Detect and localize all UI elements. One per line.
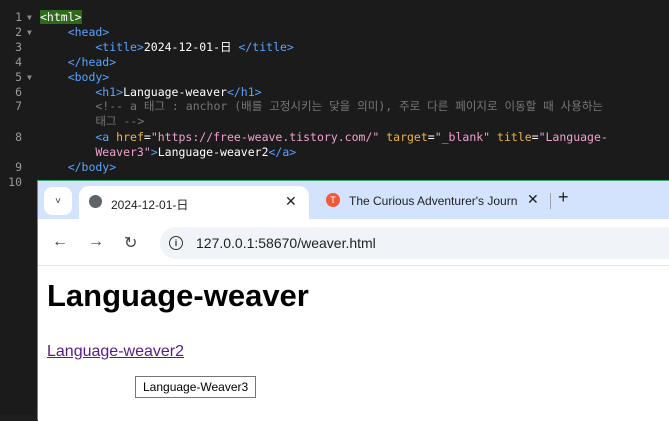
code-token: Language-weaver (123, 85, 227, 99)
code-token: <a (40, 130, 117, 144)
tistory-favicon-icon: T (326, 193, 340, 207)
tab-active[interactable]: 2024-12-01-日 ✕ (79, 186, 309, 220)
code-text: </body> (40, 160, 116, 175)
code-token: </h1> (226, 85, 262, 99)
close-icon[interactable]: ✕ (285, 193, 297, 210)
line-number: 9 (15, 160, 22, 174)
line-number: 6 (15, 85, 22, 99)
code-line[interactable]: 7 <!-- a 태그 : anchor (배를 고정시키는 닻을 의미), 주… (0, 99, 669, 114)
globe-icon (89, 195, 102, 208)
tab-title: 2024-12-01-日 (111, 198, 189, 212)
back-arrow-icon[interactable]: ← (52, 233, 68, 251)
code-token: > (150, 145, 158, 159)
fold-toggle-icon[interactable]: ▼ (27, 70, 32, 85)
code-line[interactable]: 6 <h1>Language-weaver</h1> (0, 85, 669, 100)
new-tab-button[interactable]: + (558, 187, 569, 208)
page-content: Language-weaver Language-weaver2 Languag… (38, 266, 669, 421)
browser-window: ˅ 2024-12-01-日 ✕ T The Curious Adventure… (37, 180, 669, 421)
line-number: 8 (15, 130, 22, 144)
code-text: </head> (40, 55, 116, 70)
tab-search-button[interactable]: ˅ (44, 187, 72, 215)
code-token: target (379, 130, 428, 144)
code-text: Weaver3">Language-weaver2</a> (40, 145, 296, 160)
code-text: <title>2024-12-01-日 </title> (40, 40, 294, 55)
close-icon[interactable]: ✕ (527, 191, 539, 208)
code-token: Language-weaver2 (157, 145, 269, 159)
code-token: "Language- (538, 130, 608, 144)
code-token: </title> (231, 40, 294, 54)
line-number: 1 (15, 10, 22, 24)
fold-toggle-icon[interactable]: ▼ (27, 25, 32, 40)
code-token: <html> (40, 10, 82, 24)
code-token: <h1> (40, 85, 124, 99)
code-token: 2024-12-01-日 (143, 40, 232, 54)
line-number: 3 (15, 40, 22, 54)
code-text: 태그 --> (40, 114, 144, 129)
code-line[interactable]: 9 </body> (0, 160, 669, 175)
line-number: 2 (15, 25, 22, 39)
link-tooltip: Language-Weaver3 (135, 376, 257, 398)
code-token: "https://free-weave.tistory.com/" (150, 130, 380, 144)
code-token: = (143, 130, 151, 144)
code-text: <!-- a 태그 : anchor (배를 고정시키는 닻을 의미), 주로 … (40, 99, 603, 114)
code-text: <h1>Language-weaver</h1> (40, 85, 262, 100)
code-token: = (531, 130, 539, 144)
address-bar[interactable]: i 127.0.0.1:58670/weaver.html (160, 227, 669, 259)
tab-strip: ˅ 2024-12-01-日 ✕ T The Curious Adventure… (38, 181, 669, 220)
browser-toolbar: ← → ↻ i 127.0.0.1:58670/weaver.html (38, 219, 669, 266)
page-heading: Language-weaver (47, 278, 309, 313)
chevron-down-icon: ˅ (55, 195, 61, 207)
code-line[interactable]: 8 <a href="https://free-weave.tistory.co… (0, 130, 669, 145)
code-line[interactable]: 3 <title>2024-12-01-日 </title> (0, 40, 669, 55)
code-token: </head> (40, 55, 117, 69)
code-token: <body> (40, 70, 110, 84)
line-number: 7 (15, 99, 22, 113)
url-text[interactable]: 127.0.0.1:58670/weaver.html (196, 235, 376, 251)
code-token: </a> (268, 145, 297, 159)
line-number: 4 (15, 55, 22, 69)
code-text: <head> (40, 25, 110, 40)
code-text: <a href="https://free-weave.tistory.com/… (40, 130, 608, 145)
code-line[interactable]: Weaver3">Language-weaver2</a> (0, 145, 669, 160)
code-token: href (116, 130, 144, 144)
code-token: <head> (40, 25, 110, 39)
code-token: "_blank" (434, 130, 491, 144)
code-line[interactable]: 5 ▼ <body> (0, 70, 669, 85)
code-token: </body> (40, 160, 117, 174)
code-text: <html> (40, 10, 82, 25)
line-number: 10 (8, 175, 22, 189)
line-number: 5 (15, 70, 22, 84)
tab-title: The Curious Adventurer's Journ (349, 194, 518, 208)
fold-toggle-icon[interactable]: ▼ (27, 10, 32, 25)
reload-icon[interactable]: ↻ (124, 233, 137, 253)
code-token: title (490, 130, 532, 144)
code-line[interactable]: 2 ▼ <head> (0, 25, 669, 40)
info-icon[interactable]: i (169, 236, 183, 250)
code-token: 태그 --> (40, 114, 145, 128)
page-link[interactable]: Language-weaver2 (47, 343, 184, 361)
code-token: <!-- a 태그 : anchor (배를 고정시키는 닻을 의미), 주로 … (40, 99, 603, 113)
tab-divider (550, 193, 551, 209)
code-token: <title> (40, 40, 144, 54)
code-line[interactable]: 4 </head> (0, 55, 669, 70)
code-line[interactable]: 1 ▼ <html> (0, 10, 669, 25)
forward-arrow-icon[interactable]: → (88, 233, 104, 251)
code-token: = (427, 130, 435, 144)
code-line[interactable]: 태그 --> (0, 114, 669, 129)
tab-inactive[interactable]: T The Curious Adventurer's Journ ✕ (314, 186, 544, 216)
code-text: <body> (40, 70, 110, 85)
code-token: Weaver3" (40, 145, 151, 159)
